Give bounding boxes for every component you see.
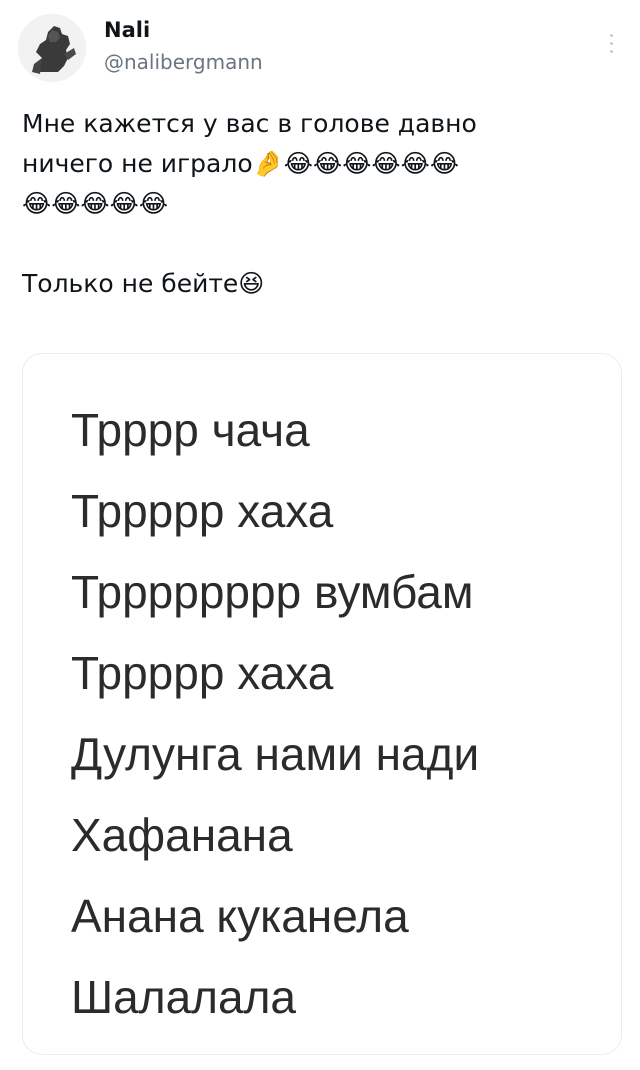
author-handle[interactable]: @nalibergmann	[104, 48, 263, 76]
tweet-text-line: Мне кажется у вас в голове давно	[22, 109, 477, 138]
attached-image[interactable]: Трррр чача Тррррр хаха Трррррррр вумбам …	[22, 353, 622, 1055]
author-display-name[interactable]: Nali	[104, 16, 263, 44]
tweet-text: Мне кажется у вас в голове давно ничего …	[22, 104, 622, 304]
lyrics-line: Хафанана	[71, 809, 293, 861]
tweet-text-fragment: ничего не играло	[22, 149, 253, 178]
grinning-squinting-emoji: 😆	[238, 269, 265, 298]
lyrics-line: Трррррррр вумбам	[71, 566, 474, 618]
pinched-fingers-and-laughing-emoji: 🤌😂😂😂😂😂😂	[252, 149, 460, 178]
lyrics-line: Трррр чача	[71, 404, 310, 456]
tweet-header: Nali @nalibergmann	[18, 14, 622, 82]
lyrics-line: Тррррр хаха	[71, 485, 334, 537]
lyrics-line: Шалалала	[71, 971, 297, 1023]
lyrics-list: Трррр чача Тррррр хаха Трррррррр вумбам …	[71, 390, 479, 1038]
lyrics-line: Дулунга нами нади	[71, 728, 480, 780]
lyrics-line: Анана куканела	[71, 890, 409, 942]
tweet-text-line: ничего не играло🤌😂😂😂😂😂😂	[22, 144, 622, 184]
author-avatar[interactable]	[18, 14, 86, 82]
lyrics-line: Тррррр хаха	[71, 647, 334, 699]
tweet-text-line: Только не бейте😆	[22, 264, 622, 304]
more-vertical-icon[interactable]	[604, 34, 618, 60]
tweet-text-fragment: Только не бейте	[22, 269, 239, 298]
laughing-emoji-row: 😂😂😂😂😂	[22, 189, 169, 218]
statue-avatar-icon	[18, 14, 86, 82]
